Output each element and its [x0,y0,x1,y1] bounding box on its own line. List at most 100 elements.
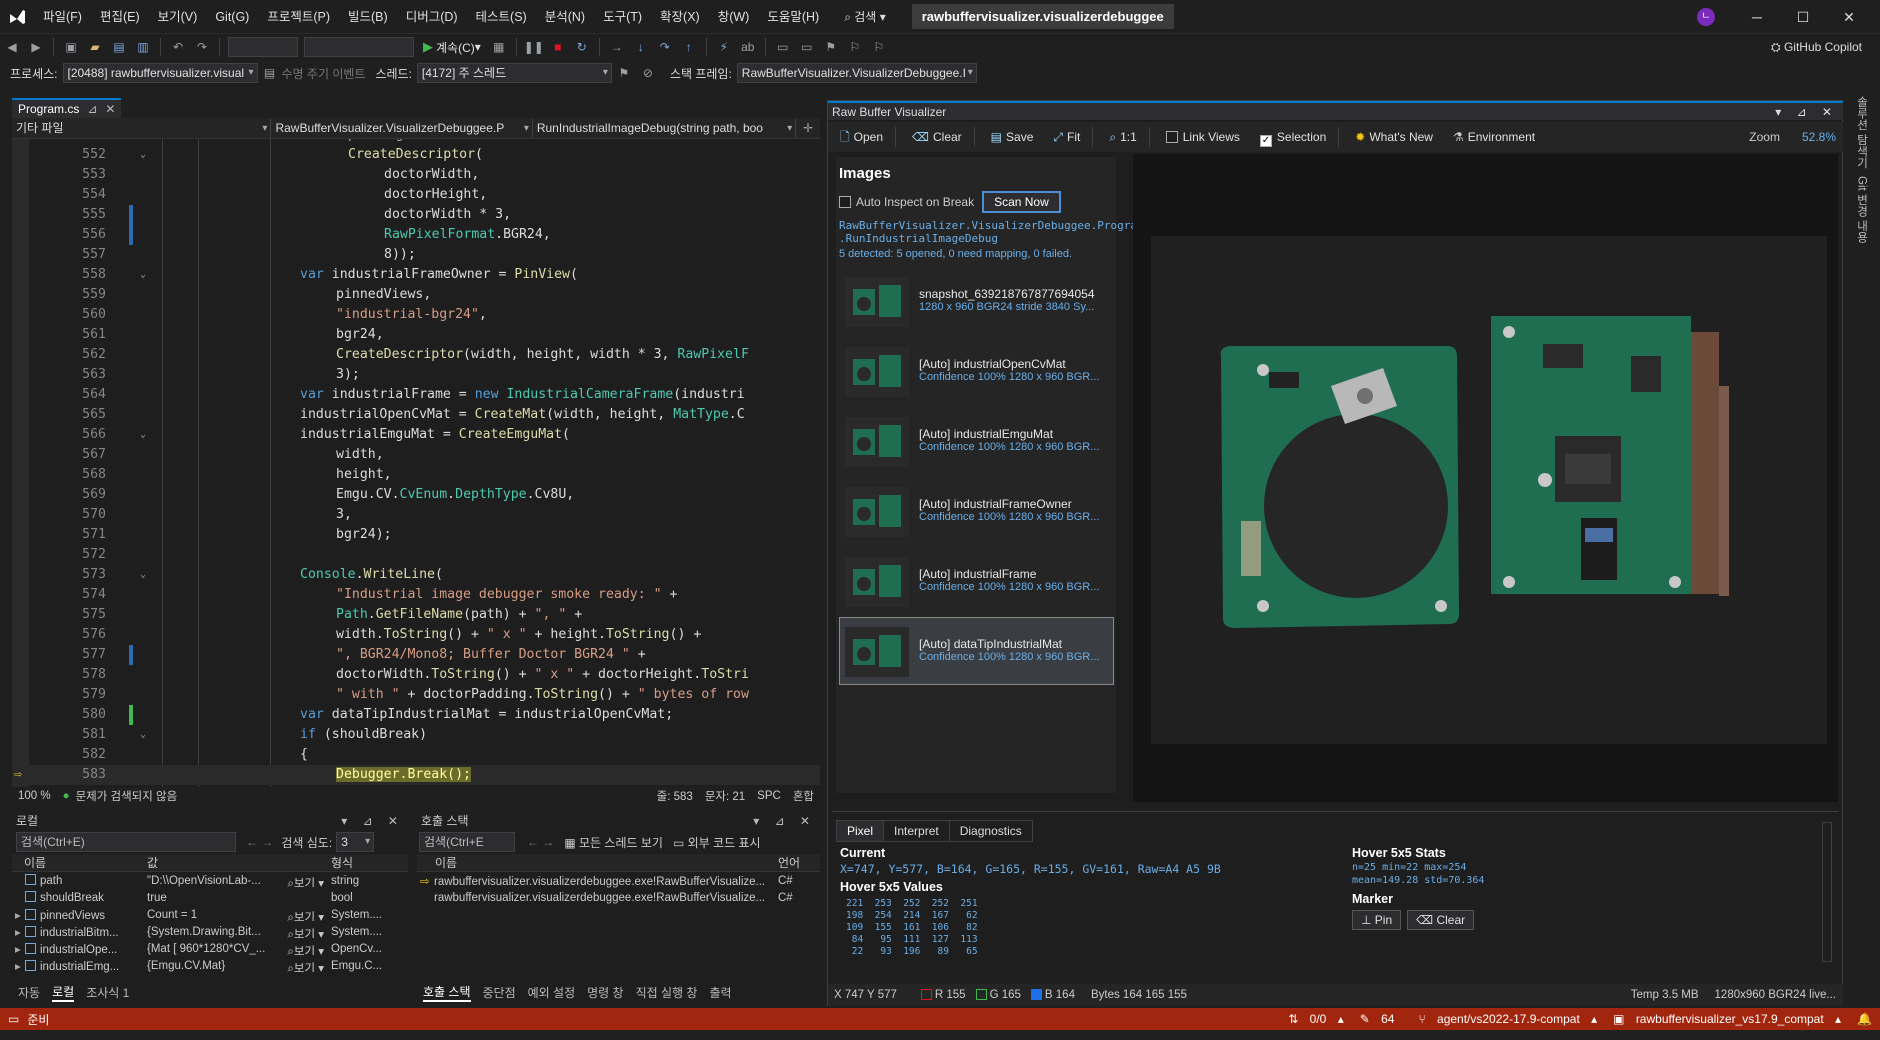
issues-label[interactable]: 문제가 검색되지 않음 [76,788,178,804]
view-button[interactable]: ⌕보기 ▾ [285,925,324,938]
panel-controls[interactable]: ▾ ⊿ ✕ [753,812,816,830]
whats-new-button[interactable]: ✹ What's New [1347,126,1441,148]
callstack-bottom-tab[interactable]: 직접 실행 창 [636,984,698,1001]
panel-controls[interactable]: ▾ ⊿ ✕ [341,812,404,830]
environment-button[interactable]: ⚗ Environment [1445,126,1543,148]
step-into-icon[interactable]: ↓ [630,36,652,58]
open-button[interactable]: 🗋 Open [832,126,891,148]
one-to-one-button[interactable]: ⌕ 1:1 [1101,126,1144,148]
image-viewer[interactable] [1133,154,1838,802]
callstack-row[interactable]: rawbuffervisualizer.visualizerdebuggee.e… [417,889,820,906]
callstack-bottom-tab[interactable]: 호출 스택 [423,983,471,1002]
prev-bookmark-icon[interactable]: ⚐ [844,36,866,58]
view-button[interactable]: ⌕보기 ▾ [285,874,324,887]
avatar[interactable]: ㄴ [1697,8,1715,26]
show-threads-button[interactable]: ▦ 모든 스레드 보기 [564,834,663,851]
locals-bottom-tab[interactable]: 로컬 [52,983,75,1002]
configuration-combo[interactable] [228,37,298,57]
redo-icon[interactable]: ↷ [191,36,213,58]
branch-indicator[interactable]: ⑂ agent/vs2022-17.9-compat ▴ [1418,1012,1597,1026]
callstack-bottom-tab[interactable]: 예외 설정 [528,984,576,1001]
line-ending-indicator[interactable]: 혼합 [793,788,814,804]
locals-search-input[interactable]: 검색(Ctrl+E) [16,832,236,852]
inspector-tab[interactable]: Interpret [883,820,950,842]
visual-studio-logo-icon[interactable] [0,0,34,34]
forward-icon[interactable]: ▶ [25,36,47,58]
callstack-search-input[interactable]: 검색(Ctrl+E [419,832,515,852]
image-list-item[interactable]: [Auto] dataTipIndustrialMat Confidence 10… [839,617,1114,685]
image-list-item[interactable]: [Auto] industrialFrameOwner Confidence 10… [839,477,1114,545]
inspector-tab[interactable]: Pixel [836,820,885,842]
menu-item[interactable]: 파일(F) [34,0,91,34]
callstack-bottom-tab[interactable]: 중단점 [483,984,516,1001]
menu-item[interactable]: 프로젝트(P) [258,0,339,34]
menu-item[interactable]: 분석(N) [536,0,594,34]
locals-bottom-tab[interactable]: 조사식 1 [86,984,129,1001]
image-list-item[interactable]: [Auto] industrialFrame Confidence 100% 12… [839,547,1114,615]
platform-combo[interactable] [304,37,414,57]
depth-combo[interactable]: 3 [336,832,375,852]
callstack-bottom-tab[interactable]: 출력 [709,984,731,1001]
next-bookmark-icon[interactable]: ⚐ [868,36,890,58]
github-copilot-button[interactable]: ⛭ GitHub Copilot [1771,34,1862,60]
image-list-item[interactable]: [Auto] industrialEmguMat Confidence 100% … [839,407,1114,475]
menu-item[interactable]: 도움말(H) [758,0,828,34]
uncomment-icon[interactable]: ▭ [796,36,818,58]
image-list-item[interactable]: [Auto] industrialOpenCvMat Confidence 100… [839,337,1114,405]
comment-icon[interactable]: ▭ [772,36,794,58]
auto-inspect-checkbox[interactable]: Auto Inspect on Break [839,195,974,209]
show-next-statement-icon[interactable]: → [606,36,628,58]
view-button[interactable]: ⌕보기 ▾ [285,908,324,921]
minimize-button[interactable]: ─ [1734,0,1780,34]
search-box[interactable]: ⌕ 검색 ▾ [836,8,894,25]
whitespace-indicator[interactable]: SPC [757,790,781,802]
pin-button[interactable]: ⊥ Pin [1352,910,1402,930]
view-button[interactable]: ⌕보기 ▾ [285,959,324,972]
tab-program-cs[interactable]: Program.cs ⊿ ✕ [12,98,122,118]
class-combo[interactable]: RawBufferVisualizer.VisualizerDebuggee.P [271,118,533,138]
locals-bottom-tab[interactable]: 자동 [18,984,40,1001]
callstack-bottom-tab[interactable]: 명령 창 [587,984,623,1001]
external-code-button[interactable]: ▭ 외부 코드 표시 [673,834,761,851]
link-views-checkbox[interactable]: Link Views [1158,126,1248,148]
menu-item[interactable]: 디버그(D) [397,0,467,34]
back-icon[interactable]: ◀ [1,36,23,58]
callstack-row[interactable]: ⇨ rawbuffervisualizer.visualizerdebuggee.… [417,872,820,889]
locals-row[interactable]: shouldBreak true bool [12,889,408,906]
bookmark-icon[interactable]: ⚑ [820,36,842,58]
hot-reload-icon[interactable]: ⚡ [713,36,735,58]
marker-clear-button[interactable]: ⌫ Clear [1407,910,1475,930]
locals-row[interactable]: ▸ pinnedViews Count = 1 ⌕보기 ▾ System.... [12,906,408,923]
changes-indicator[interactable]: ⇅ 0/0 ▴ [1288,1012,1343,1026]
edits-indicator[interactable]: ✎ 64 [1360,1012,1403,1026]
maximize-button[interactable]: ☐ [1780,0,1826,34]
clear-button[interactable]: ⌫ Clear [904,126,970,148]
menu-item[interactable]: 편집(E) [91,0,149,34]
inspector-tab[interactable]: Diagnostics [948,820,1033,842]
panel-controls[interactable]: ▾ ⊿ ✕ [1775,103,1838,122]
save-button[interactable]: ▤ Save [983,126,1042,148]
split-editor-icon[interactable]: ✛ [797,117,819,139]
stop-icon[interactable]: ■ [547,36,569,58]
menu-item[interactable]: 보기(V) [149,0,207,34]
save-all-icon[interactable]: ▥ [132,36,154,58]
step-out-icon[interactable]: ↑ [678,36,700,58]
pause-icon[interactable]: ❚❚ [523,36,545,58]
menu-item[interactable]: Git(G) [206,0,258,34]
notification-icon[interactable]: 🔔 [1857,1012,1872,1026]
close-window-button[interactable]: ✕ [1826,0,1872,34]
menu-item[interactable]: 확장(X) [651,0,709,34]
locals-row[interactable]: path "D:\\OpenVisionLab-... ⌕보기 ▾ string [12,872,408,889]
new-project-icon[interactable]: ▣ [60,36,82,58]
image-list-item[interactable]: snapshot_639218767877694054 1280 x 960 BG… [839,267,1114,335]
undo-icon[interactable]: ↶ [167,36,189,58]
selection-checkbox[interactable]: ✓ Selection [1252,126,1334,148]
process-combo[interactable]: [20488] rawbuffervisualizer.visual [62,63,258,83]
project-combo[interactable]: 기타 파일 [12,118,272,138]
pin-icon[interactable]: ⊿ [87,100,97,118]
thread-combo[interactable]: [4172] 주 스레드 [416,63,612,83]
fit-button[interactable]: ⤢ Fit [1045,126,1088,148]
view-button[interactable]: ⌕보기 ▾ [285,942,324,955]
locals-row[interactable]: ▸ industrialOpe... {Mat [ 960*1280*CV_... ⌕… [12,940,408,957]
restart-icon[interactable]: ↻ [571,36,593,58]
